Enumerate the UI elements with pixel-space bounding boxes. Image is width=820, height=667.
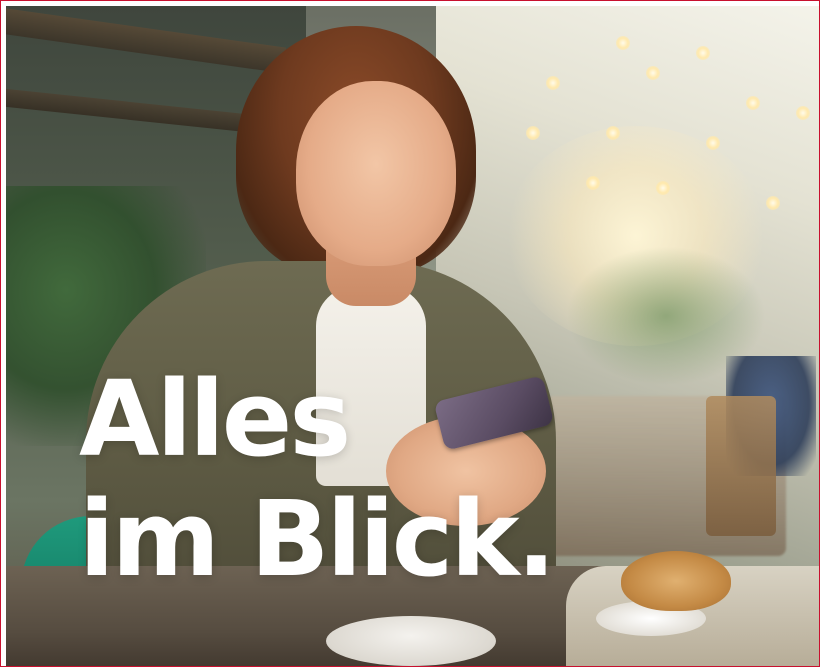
string-light	[696, 46, 710, 60]
headline-line-2: im Blick.	[79, 478, 556, 600]
string-light	[766, 196, 780, 210]
headline-line-1: Alles	[79, 358, 351, 480]
headline: Alles im Blick.	[79, 358, 556, 600]
string-light	[656, 181, 670, 195]
string-light	[646, 66, 660, 80]
string-light	[706, 136, 720, 150]
string-light	[746, 96, 760, 110]
string-light	[616, 36, 630, 50]
string-light	[546, 76, 560, 90]
ad-frame: Alles im Blick.	[0, 0, 820, 667]
string-light	[606, 126, 620, 140]
coffee-cup	[326, 616, 496, 666]
string-light	[586, 176, 600, 190]
string-light	[526, 126, 540, 140]
string-light	[796, 106, 810, 120]
croissant	[621, 551, 731, 611]
woman-face	[296, 81, 456, 266]
background-chair	[706, 396, 776, 536]
